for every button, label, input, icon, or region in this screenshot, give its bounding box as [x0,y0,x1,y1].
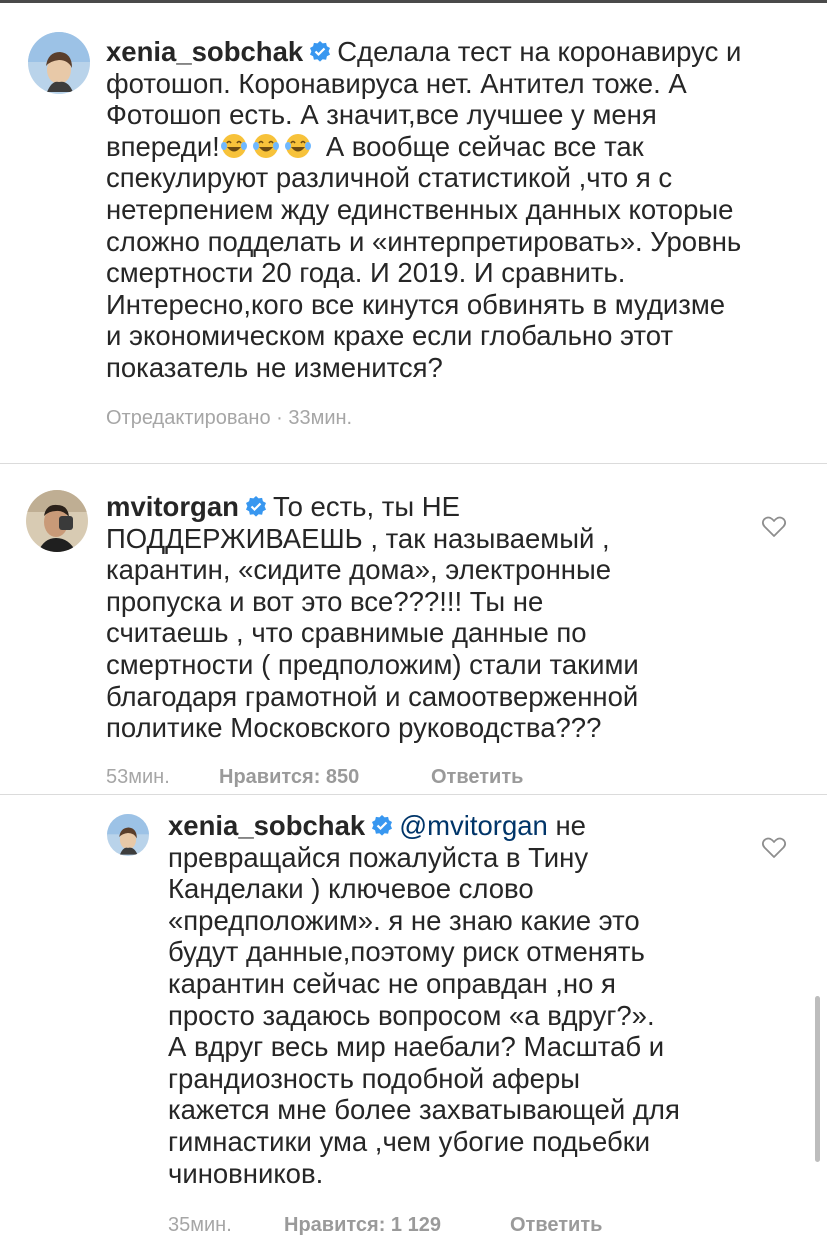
verified-badge-icon [309,41,331,63]
comment-text-line: спекулируют различной статистикой ,что я… [106,162,673,194]
comment-text-line: «предположим». я не знаю какие это [168,904,640,936]
comment-text-line: превращайся пожалуйста в Тину [168,841,589,873]
comment-text-line: Интересно,кого все кинутся обвинять в му… [106,288,726,320]
heart-outline-icon[interactable] [761,836,787,860]
verified-badge-icon [245,496,267,518]
mention-link[interactable]: @mvitorgan [399,810,548,841]
comment-text-line: сложно подделать и «интерпретировать». У… [106,225,742,257]
divider [0,794,827,795]
divider [0,463,827,464]
comment-meta: 53мин. Нравится: 850 Ответить [106,766,523,789]
laughing-tears-emoji-icon [284,132,312,160]
comment-text-line: ПОДДЕРЖИВАЕШЬ , так называемый , [106,522,610,554]
laughing-tears-emoji-icon [220,132,248,160]
comment-1: xenia_sobchak Сделала тест на коронавирус… [106,36,806,384]
laughing-tears-emoji-icon [252,132,280,160]
reply-button[interactable]: Ответить [510,1214,602,1237]
scrollbar[interactable] [815,996,820,1162]
heart-outline-icon[interactable] [761,515,787,539]
comment-meta: 35мин. Нравится: 1 129 Ответить [168,1214,602,1237]
comment-text-line: гимнастики ума ,чем убогие подьебки [168,1125,651,1157]
verified-badge-icon [371,815,393,837]
username[interactable]: xenia_sobchak [106,36,303,67]
comment-text-line: А вдруг весь мир наебали? Масштаб и [168,1031,665,1063]
comment-text-line: не [555,810,586,841]
comment-text-line: А вообще сейчас все так [325,130,644,162]
comment-text-line: считаешь , что сравнимые данные по [106,617,587,649]
reply-button[interactable]: Ответить [431,766,523,789]
likes-count[interactable]: Нравится: 1 129 [284,1214,510,1237]
comment-text-line: показатель не изменится? [106,351,443,383]
comment-meta: Отредактировано · 33мин. [106,407,352,430]
comment-text-line: будут данные,поэтому риск отменять [168,936,645,968]
comment-3: xenia_sobchak @mvitorgan не превращайся п… [168,810,758,1189]
avatar-xenia-sobchak[interactable] [107,814,149,856]
comment-text-line: Фотошоп есть. А значит,все лучшее у меня [106,99,657,131]
comment-text-line: фотошоп. Коронавируса нет. Антител тоже.… [106,67,687,99]
comment-text-line: впереди! [106,130,220,162]
comment-text-line: Канделаки ) ключевое слово [168,873,534,905]
avatar-mvitorgan[interactable] [26,490,88,552]
edited-timestamp: Отредактировано · 33мин. [106,407,353,429]
top-border [0,0,827,3]
comment-text-line: просто задаюсь вопросом «а вдруг?». [168,999,655,1031]
comment-text-line: Сделала тест на коронавирус и [337,36,742,67]
comment-text-line: смертности ( предположим) стали такими [106,648,639,680]
comment-text-line: грандиозность подобной аферы [168,1062,581,1094]
username[interactable]: mvitorgan [106,491,239,522]
avatar-xenia-sobchak[interactable] [28,32,90,94]
comment-text-line: нетерпением жду единственных данных кото… [106,193,734,225]
comment-timestamp: 35мин. [168,1214,232,1236]
comment-text-line: пропуска и вот это все???!!! Ты не [106,585,544,617]
comment-text-line: и экономическом крахе если глобально это… [106,320,674,352]
likes-count[interactable]: Нравится: 850 [219,766,431,789]
comment-text-line: политике Московского руководства??? [106,712,602,744]
comment-2: mvitorgan То есть, ты НЕ ПОДДЕРЖИВАЕШЬ , … [106,491,746,744]
comment-text-line: благодаря грамотной и самоотверженной [106,680,639,712]
comment-text-line: То есть, ты НЕ [272,491,460,522]
comment-text-line: кажется мне более захватывающей для [168,1094,680,1126]
comment-text-line: чиновников. [168,1157,324,1189]
comment-timestamp: 53мин. [106,766,170,788]
comment-text-line: карантин сейчас не оправдан ,но я [168,967,616,999]
username[interactable]: xenia_sobchak [168,810,365,841]
comment-text-line: карантин, «сидите дома», электронные [106,554,612,586]
comment-text-line: смертности 20 года. И 2019. И сравнить. [106,257,626,289]
